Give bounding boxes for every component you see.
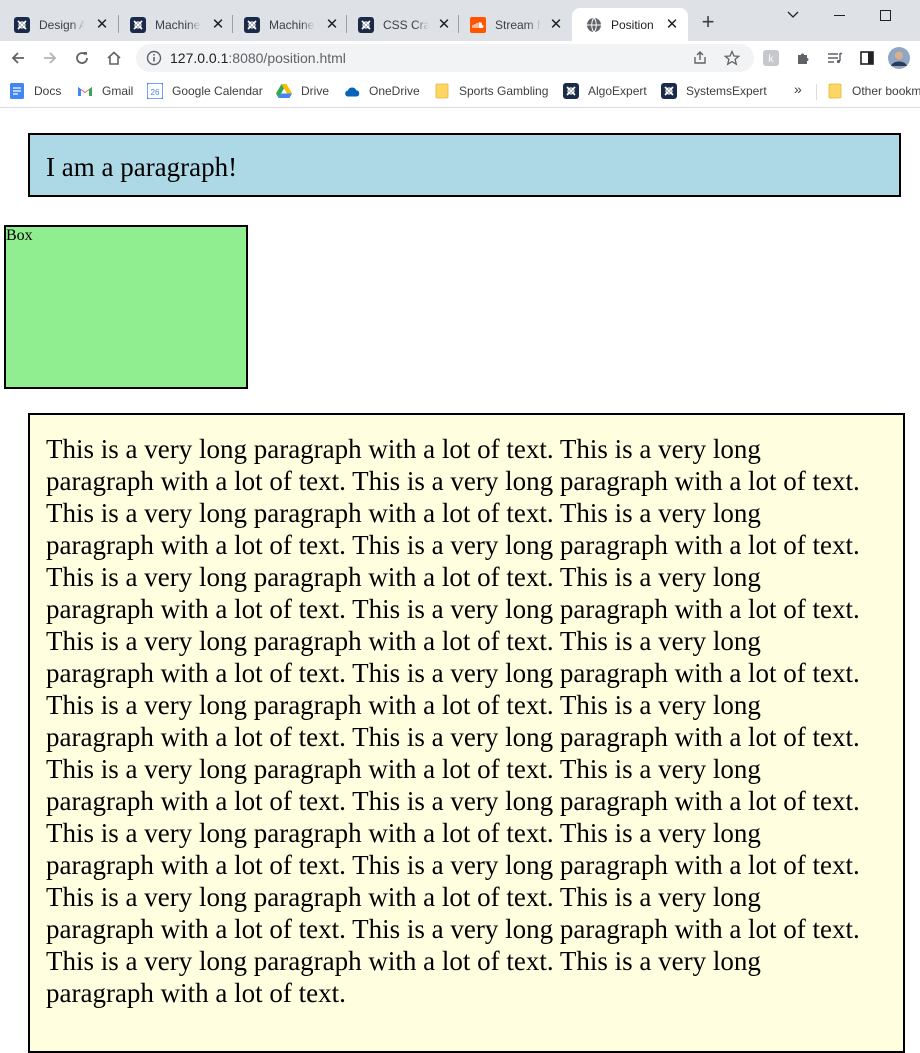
toolbar: 127.0.0.1:8080/position.html k (0, 41, 920, 75)
paragraph: I am a paragraph! (28, 133, 901, 197)
bookmark-google-calendar[interactable]: 26 Google Calendar (147, 82, 263, 100)
onedrive-icon (344, 83, 360, 99)
box: Box (4, 225, 248, 389)
tab-machine-1[interactable]: Machine ✕ (116, 8, 234, 41)
bookmark-systemsexpert[interactable]: SystemsExpert (661, 82, 767, 100)
calendar-badge: 26 (151, 88, 160, 97)
tab-label: Design A (39, 17, 85, 32)
bookmark-other-bookmarks[interactable]: Other bookmarks (827, 82, 920, 100)
bookmark-onedrive[interactable]: OneDrive (344, 82, 420, 100)
drive-icon (276, 83, 292, 99)
algoexpert-icon (130, 16, 146, 33)
bookmark-label: Drive (301, 84, 330, 98)
tab-label: Stream M (495, 17, 541, 32)
extensions-puzzle-icon[interactable] (794, 49, 812, 67)
back-button[interactable] (4, 44, 32, 72)
bookmarks-divider (816, 84, 817, 100)
chevron-down-icon (787, 11, 799, 18)
algoexpert-icon (358, 16, 374, 33)
tab-strip: Design A ✕ Machine ✕ Machine ✕ CSS Crash… (0, 0, 920, 41)
bookmark-drive[interactable]: Drive (276, 82, 329, 100)
tab-search-button[interactable] (770, 0, 816, 30)
gmail-icon (77, 83, 93, 99)
home-button[interactable] (100, 44, 128, 72)
forward-arrow-icon (44, 52, 57, 64)
bookmark-label: Sports Gambling (459, 84, 549, 98)
bookmarks-bar: Docs Gmail 26 Google Calendar Drive OneD… (0, 75, 920, 108)
bookmark-algoexpert[interactable]: AlgoExpert (563, 82, 647, 100)
new-tab-button[interactable]: + (696, 9, 720, 34)
soundcloud-icon (470, 16, 486, 33)
bookmark-label: Gmail (102, 84, 134, 98)
bookmark-docs[interactable]: Docs (9, 82, 61, 100)
address-bar[interactable]: 127.0.0.1:8080/position.html (136, 44, 754, 72)
reload-button[interactable] (68, 44, 96, 72)
extension-grammarly-icon[interactable]: k (762, 49, 780, 67)
url-host: 127.0.0.1 (170, 50, 229, 66)
tab-label: Position (611, 17, 654, 32)
back-arrow-icon (11, 52, 24, 64)
bookmark-label: OneDrive (369, 84, 420, 98)
bookmark-label: SystemsExpert (686, 84, 767, 98)
bookmark-gmail[interactable]: Gmail (77, 82, 133, 100)
minimize-button[interactable] (816, 0, 862, 30)
close-icon[interactable]: ✕ (210, 16, 226, 33)
home-icon (107, 51, 121, 65)
reload-icon (76, 52, 88, 64)
tab-label: Machine (269, 17, 315, 32)
docs-icon (9, 83, 25, 99)
algoexpert-icon (661, 83, 677, 99)
bookmark-label: Google Calendar (172, 84, 263, 98)
info-icon[interactable] (146, 50, 162, 66)
maximize-button[interactable] (862, 0, 908, 30)
star-icon[interactable] (724, 50, 740, 66)
bookmark-label: Docs (34, 84, 62, 98)
folder-icon (827, 83, 843, 99)
tab-design[interactable]: Design A ✕ (0, 8, 118, 41)
algoexpert-icon (14, 16, 30, 33)
calendar-icon: 26 (147, 83, 163, 99)
maximize-icon (879, 9, 891, 21)
tab-label: CSS Crash (383, 17, 429, 32)
bookmark-label: Other bookmarks (852, 84, 920, 98)
close-icon[interactable]: ✕ (324, 16, 340, 33)
tab-label: Machine (155, 17, 201, 32)
close-icon[interactable]: ✕ (436, 16, 452, 33)
media-queue-icon[interactable] (826, 49, 844, 67)
folder-icon (434, 83, 450, 99)
tab-stream[interactable]: Stream M ✕ (456, 8, 572, 41)
share-icon[interactable] (692, 50, 708, 66)
url-path: :8080/position.html (228, 50, 346, 66)
forward-button[interactable] (36, 44, 64, 72)
close-icon[interactable]: ✕ (548, 16, 564, 33)
side-panel-icon[interactable] (858, 49, 876, 67)
bookmarks-overflow-button[interactable]: » (794, 81, 802, 97)
globe-icon (586, 17, 602, 33)
algoexpert-icon (244, 16, 260, 33)
minimize-icon (833, 14, 845, 16)
tab-machine-2[interactable]: Machine ✕ (230, 8, 348, 41)
close-icon[interactable]: ✕ (664, 16, 680, 33)
avatar[interactable] (888, 47, 910, 69)
tab-css-crash[interactable]: CSS Crash ✕ (344, 8, 460, 41)
bookmark-label: AlgoExpert (588, 84, 647, 98)
close-icon[interactable]: ✕ (94, 16, 110, 33)
url-text[interactable]: 127.0.0.1:8080/position.html (170, 50, 346, 66)
bookmark-sports-gambling[interactable]: Sports Gambling (434, 82, 548, 100)
tab-position[interactable]: Position ✕ (572, 8, 688, 41)
algoexpert-icon (563, 83, 579, 99)
long-paragraph: This is a very long paragraph with a lot… (28, 413, 905, 1053)
